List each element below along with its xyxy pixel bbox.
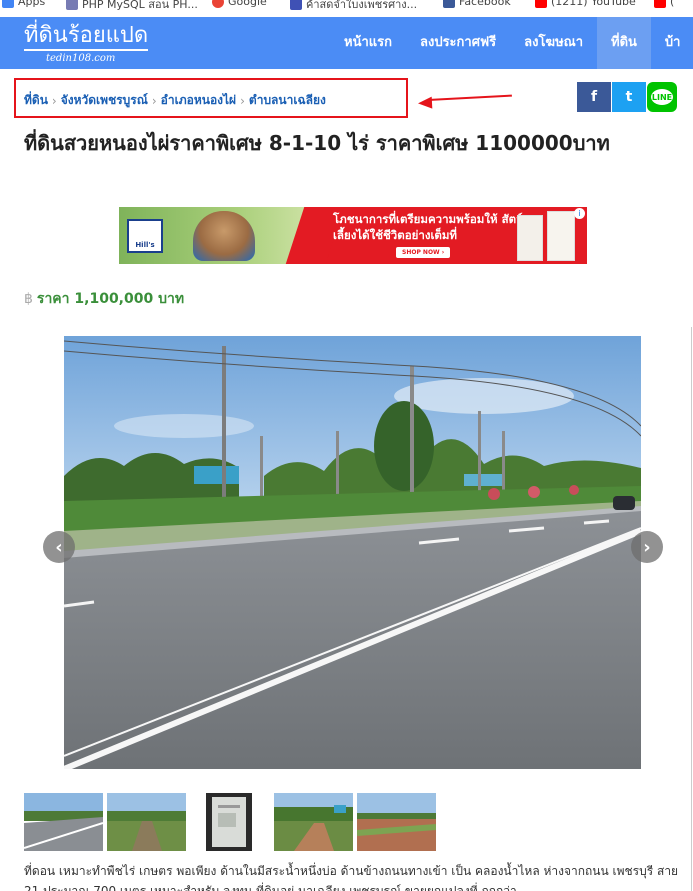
bookmark-facebook[interactable]: Facebook — [443, 0, 511, 8]
site-navbar: ที่ดินร้อยแปด tedin108.com หน้าแรก ลงประ… — [0, 17, 693, 69]
carousel-prev-button[interactable]: ‹ — [43, 531, 75, 563]
bookmark-google[interactable]: Google — [212, 0, 267, 8]
dog-image — [193, 211, 255, 261]
bookmark-php[interactable]: PHP MySQL สอน PH... — [66, 0, 198, 13]
annotation-arrow — [427, 94, 512, 101]
php-icon — [66, 0, 78, 10]
ad-shop-now-button[interactable]: SHOP NOW › — [396, 247, 451, 258]
breadcrumb-item-district[interactable]: อำเภอหนองไผ่ — [161, 91, 236, 110]
breadcrumb-item-province[interactable]: จังหวัดเพชรบูรณ์ — [61, 91, 148, 110]
annotation-arrow-head — [417, 96, 433, 110]
ad-info-icon[interactable]: i — [574, 208, 585, 219]
thumbnail-1[interactable] — [24, 793, 103, 851]
main-nav: หน้าแรก ลงประกาศฟรี ลงโฆษณา ที่ดิน บ้า — [330, 17, 693, 69]
product-image — [547, 211, 575, 261]
thumbnail-5[interactable] — [357, 793, 436, 851]
ad-banner[interactable]: Hill's โภชนาการที่เตรียมความพร้อมให้ สัต… — [119, 207, 587, 264]
twitter-icon: t — [625, 89, 633, 105]
bookmark-icon — [290, 0, 302, 10]
thumbnail-4[interactable] — [274, 793, 353, 851]
bookmarks-bar: Apps PHP MySQL สอน PH... Google ค้าสดจำใ… — [0, 0, 693, 17]
chevron-right-icon: › — [151, 93, 157, 108]
listing-title: ที่ดินสวยหนองไผ่ราคาพิเศษ 8-1-10 ไร่ ราค… — [24, 131, 610, 155]
bookmark-youtube[interactable]: (1211) YouTube — [535, 0, 636, 8]
apps-icon — [2, 0, 14, 8]
hills-logo: Hill's — [127, 219, 163, 253]
chevron-right-icon: › — [240, 93, 245, 108]
carousel-next-button[interactable]: › — [631, 531, 663, 563]
youtube-icon — [654, 0, 666, 8]
facebook-icon: f — [590, 89, 598, 105]
product-image — [517, 215, 543, 261]
thumbnail-2[interactable] — [107, 793, 186, 851]
nav-land[interactable]: ที่ดิน — [597, 17, 651, 69]
share-twitter-button[interactable]: t — [612, 82, 646, 112]
line-icon: LINE — [651, 89, 673, 105]
facebook-icon — [443, 0, 455, 8]
bookmark-youtube-2[interactable]: ( — [654, 0, 674, 8]
bookmark-site[interactable]: ค้าสดจำใบงเพชรศาง... — [290, 0, 417, 13]
site-logo[interactable]: ที่ดินร้อยแปด tedin108.com — [24, 23, 149, 64]
thumbnail-3[interactable] — [206, 793, 252, 851]
listing-photo[interactable] — [64, 336, 641, 769]
nav-post-free[interactable]: ลงประกาศฟรี — [406, 17, 510, 69]
google-icon — [212, 0, 224, 8]
baht-icon: ฿ — [24, 291, 33, 307]
breadcrumb-item-land[interactable]: ที่ดิน — [24, 91, 48, 110]
breadcrumb: ที่ดิน › จังหวัดเพชรบูรณ์ › อำเภอหนองไผ่… — [24, 91, 326, 110]
share-line-button[interactable]: LINE — [647, 82, 677, 112]
nav-home[interactable]: หน้าแรก — [330, 17, 406, 69]
ad-headline: โภชนาการที่เตรียมความพร้อมให้ สัตว์เลี้ย… — [333, 212, 523, 242]
youtube-icon — [535, 0, 547, 8]
listing-description: ที่ดอน เหมาะทำพืชไร่ เกษตร พอเพียง ด้านใ… — [24, 864, 679, 891]
nav-house[interactable]: บ้า — [651, 17, 693, 69]
bookmark-apps[interactable]: Apps — [2, 0, 45, 8]
chevron-right-icon: › — [51, 93, 57, 108]
breadcrumb-item-subdistrict[interactable]: ตำบลนาเฉลียง — [249, 91, 326, 110]
nav-advertise[interactable]: ลงโฆษณา — [510, 17, 597, 69]
share-facebook-button[interactable]: f — [577, 82, 611, 112]
listing-price: ฿ราคา 1,100,000 บาท — [24, 291, 185, 307]
